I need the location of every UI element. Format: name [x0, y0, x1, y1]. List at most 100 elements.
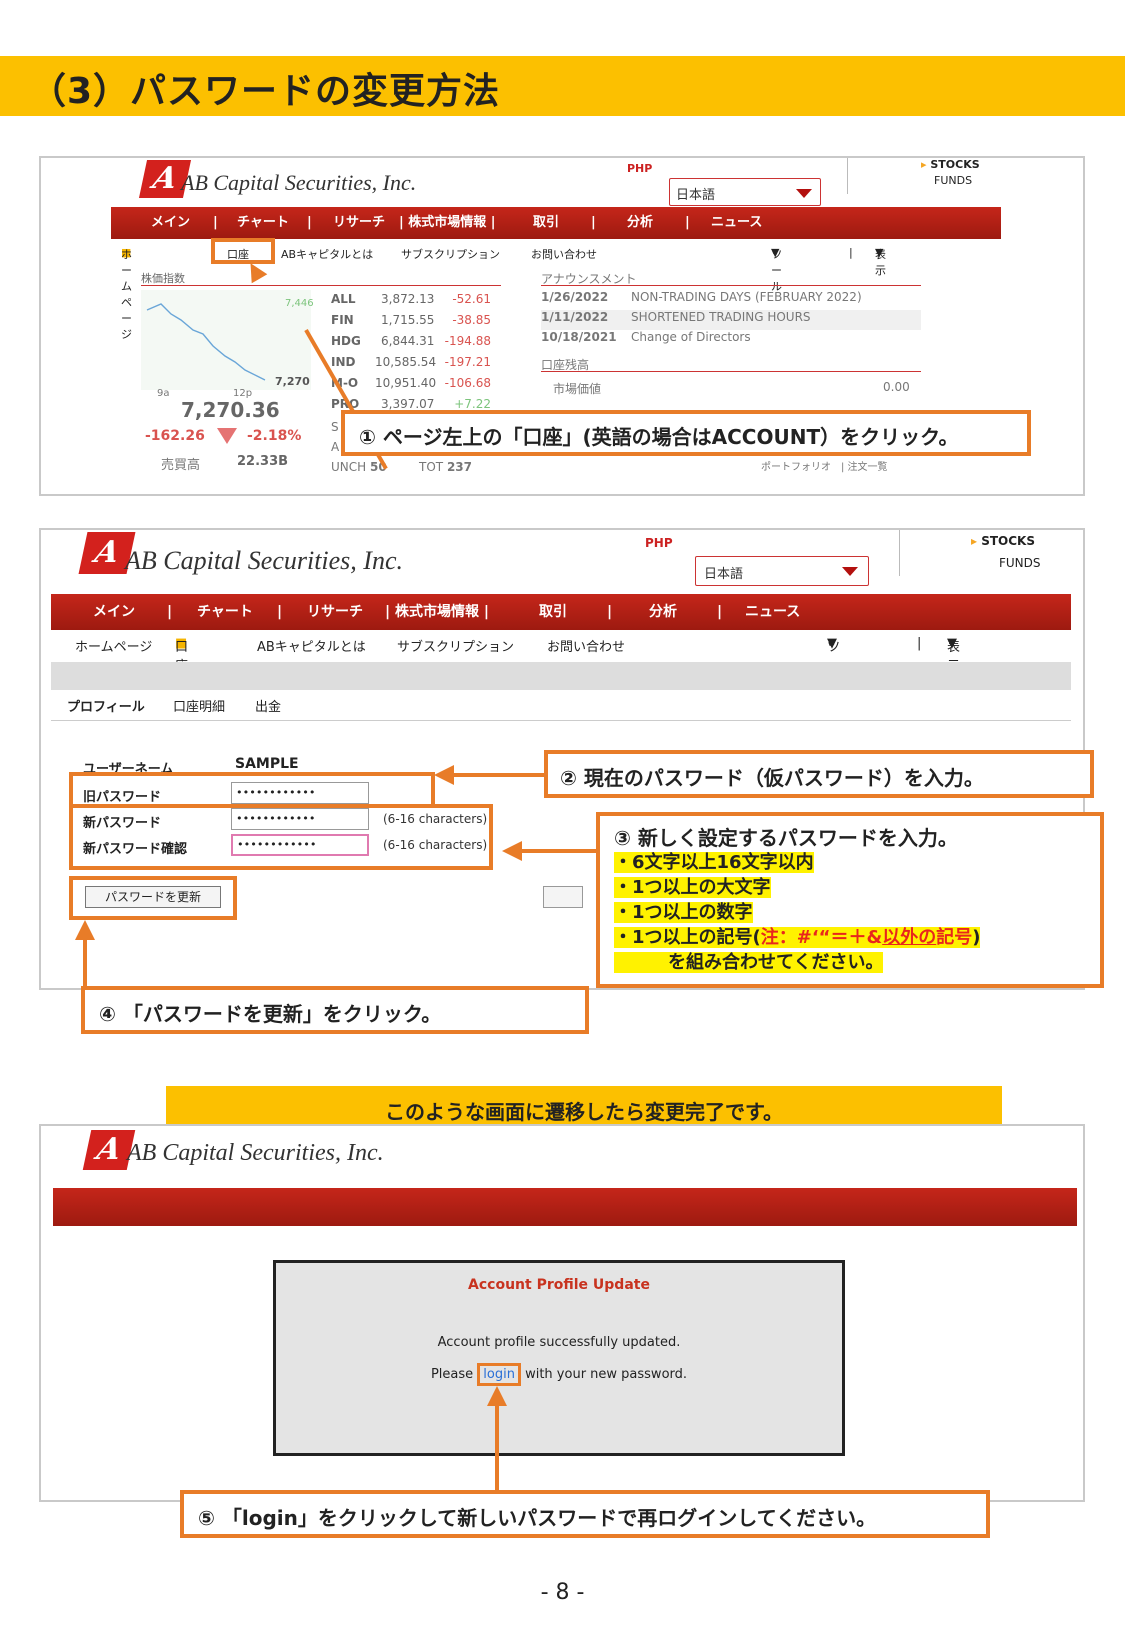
caret-down-icon: ▼: [827, 636, 837, 651]
announce-divider: [541, 285, 921, 286]
stocks-link[interactable]: ▸ STOCKS: [971, 534, 1035, 548]
sub-home[interactable]: ホームページ: [75, 636, 152, 655]
tab-withdraw[interactable]: 出金: [255, 696, 281, 715]
tab-profile[interactable]: プロフィール: [67, 696, 145, 715]
nav-analysis[interactable]: 分析: [649, 594, 677, 630]
turnover-label: 売買高: [161, 458, 201, 473]
row-change: -197.21: [444, 355, 491, 369]
sub-contact[interactable]: お問い合わせ: [531, 246, 597, 262]
index-value: 7,270.36: [181, 398, 280, 422]
caret-down-icon: ▼: [875, 246, 884, 259]
announce-item[interactable]: 1/11/2022 SHORTENED TRADING HOURS: [541, 310, 921, 330]
turnover-value: 22.33B: [237, 454, 289, 469]
screenshot-1: A AB Capital Securities, Inc. PHP 日本語 ▸ …: [39, 156, 1085, 496]
brand-name: AB Capital Securities, Inc.: [181, 170, 417, 195]
row-value: 1,715.55: [381, 313, 435, 327]
sub-nav: ホームページ ■口座 ABキャピタルとは サブスクリプション お問い合わせ ツー…: [51, 634, 1071, 693]
sub-subscription[interactable]: サブスクリプション: [397, 636, 514, 655]
login-link[interactable]: login: [477, 1363, 521, 1386]
nav-sep: |: [307, 215, 312, 230]
nav-sep: |: [591, 215, 596, 230]
sub-about[interactable]: ABキャピタルとは: [281, 246, 373, 262]
index-row: HDG 6,844.31 -194.88: [331, 334, 501, 355]
arrow-head-5: [487, 1386, 507, 1406]
main-nav: メイン | チャート | リサーチ | 株式市場情報 | 取引 | 分析 | ニ…: [51, 594, 1071, 630]
nav-chart[interactable]: チャート: [197, 594, 253, 630]
rule4-note: 注：#‘“＝＋&: [760, 927, 883, 948]
nav-market[interactable]: | 株式市場情報 |: [399, 207, 496, 239]
step3-title: ③ 新しく設定するパスワードを入力。: [614, 826, 958, 850]
index-change-pct: -2.18%: [247, 428, 302, 444]
language-select[interactable]: 日本語: [669, 178, 821, 206]
sub-about[interactable]: ABキャピタルとは: [257, 636, 366, 655]
red-bar: [53, 1188, 1077, 1226]
announce-item[interactable]: 1/26/2022 NON-TRADING DAYS (FEBRUARY 2022…: [541, 290, 921, 310]
nav-sep: |: [717, 604, 723, 620]
tab-account-details[interactable]: 口座明細: [173, 696, 225, 715]
php-label: PHP: [627, 162, 653, 175]
rule-text: ・6文字以上16文字以内: [614, 852, 814, 873]
hidden-button[interactable]: [543, 886, 583, 908]
nav-trade[interactable]: 取引: [539, 594, 567, 630]
nav-analysis[interactable]: 分析: [627, 207, 653, 239]
stocks-link[interactable]: ▸ STOCKS: [921, 158, 980, 171]
login-rest-text: with your new password.: [525, 1367, 688, 1382]
sub-subscription[interactable]: サブスクリプション: [401, 246, 500, 262]
announce-item[interactable]: 10/18/2021 Change of Directors: [541, 330, 921, 350]
sub-sep: |: [849, 246, 853, 259]
tot-value: 237: [446, 460, 472, 474]
nav-trade[interactable]: 取引: [533, 207, 559, 239]
chevron-down-icon: [796, 189, 812, 198]
divider: [899, 530, 900, 576]
nav-research[interactable]: リサーチ: [333, 207, 385, 239]
nav-main[interactable]: メイン: [151, 207, 190, 239]
nav-sep: |: [685, 215, 690, 230]
row-value: 3,397.07: [381, 397, 435, 411]
rule-text: ・1つ以上の大文字: [614, 877, 771, 898]
section-header: （3）パスワードの変更方法: [0, 56, 1125, 116]
sub-home-label: ホームページ: [121, 248, 132, 341]
row-name: FIN: [331, 313, 354, 327]
rule-item: ・1つ以上の記号(注：#‘“＝＋&以外の記号): [614, 925, 981, 950]
rule4-suffix: ): [972, 927, 981, 948]
chart-end-value: 7,270: [275, 375, 310, 388]
funds-link[interactable]: FUNDS: [999, 556, 1041, 570]
update-button-highlight: [69, 876, 237, 920]
brand-name: AB Capital Securities, Inc.: [125, 546, 404, 575]
nav-chart[interactable]: チャート: [237, 207, 289, 239]
language-value: 日本語: [676, 188, 716, 203]
row-name: ALL: [331, 292, 356, 306]
nav-research[interactable]: リサーチ: [307, 594, 363, 630]
unch-label: UNCH: [331, 460, 367, 474]
a-label: A: [331, 440, 340, 454]
unch-stat: UNCH 50: [331, 460, 387, 474]
language-select[interactable]: 日本語: [695, 556, 869, 586]
caret-down-icon: ▼: [771, 246, 780, 259]
nav-news[interactable]: ニュース: [711, 207, 762, 239]
balance-divider: [541, 371, 921, 372]
rule4-except: 以外の: [882, 927, 937, 948]
row-change: -52.61: [452, 292, 491, 306]
chevron-down-icon: [842, 567, 858, 576]
index-title: 株価指数: [141, 272, 185, 285]
divider: [847, 158, 848, 194]
nav-news[interactable]: ニュース: [745, 594, 800, 630]
row-value: 3,872.13: [381, 292, 435, 306]
down-triangle-icon: [217, 428, 237, 444]
nav-market[interactable]: | 株式市場情報 |: [385, 594, 489, 630]
row-name: HDG: [331, 334, 361, 348]
market-value-label: 市場価値: [553, 382, 602, 396]
rule4-symbol: 記号: [936, 927, 973, 948]
arrow-icon: ▸: [971, 534, 982, 548]
arrow-line-2: [452, 773, 546, 777]
tick-9a: 9a: [157, 388, 170, 399]
main-nav: メイン | チャート | リサーチ | 株式市場情報 | 取引 | 分析 | ニ…: [111, 207, 1001, 239]
sub-contact[interactable]: お問い合わせ: [547, 636, 625, 655]
announce-date: 1/11/2022: [541, 310, 609, 324]
portfolio-links[interactable]: ポートフォリオ | 注文一覧: [761, 458, 888, 473]
nav-main[interactable]: メイン: [93, 594, 135, 630]
stocks-label: STOCKS: [981, 534, 1035, 548]
brand-name: AB Capital Securities, Inc.: [127, 1140, 384, 1166]
account-highlight: [211, 238, 275, 264]
funds-link[interactable]: FUNDS: [934, 174, 972, 187]
